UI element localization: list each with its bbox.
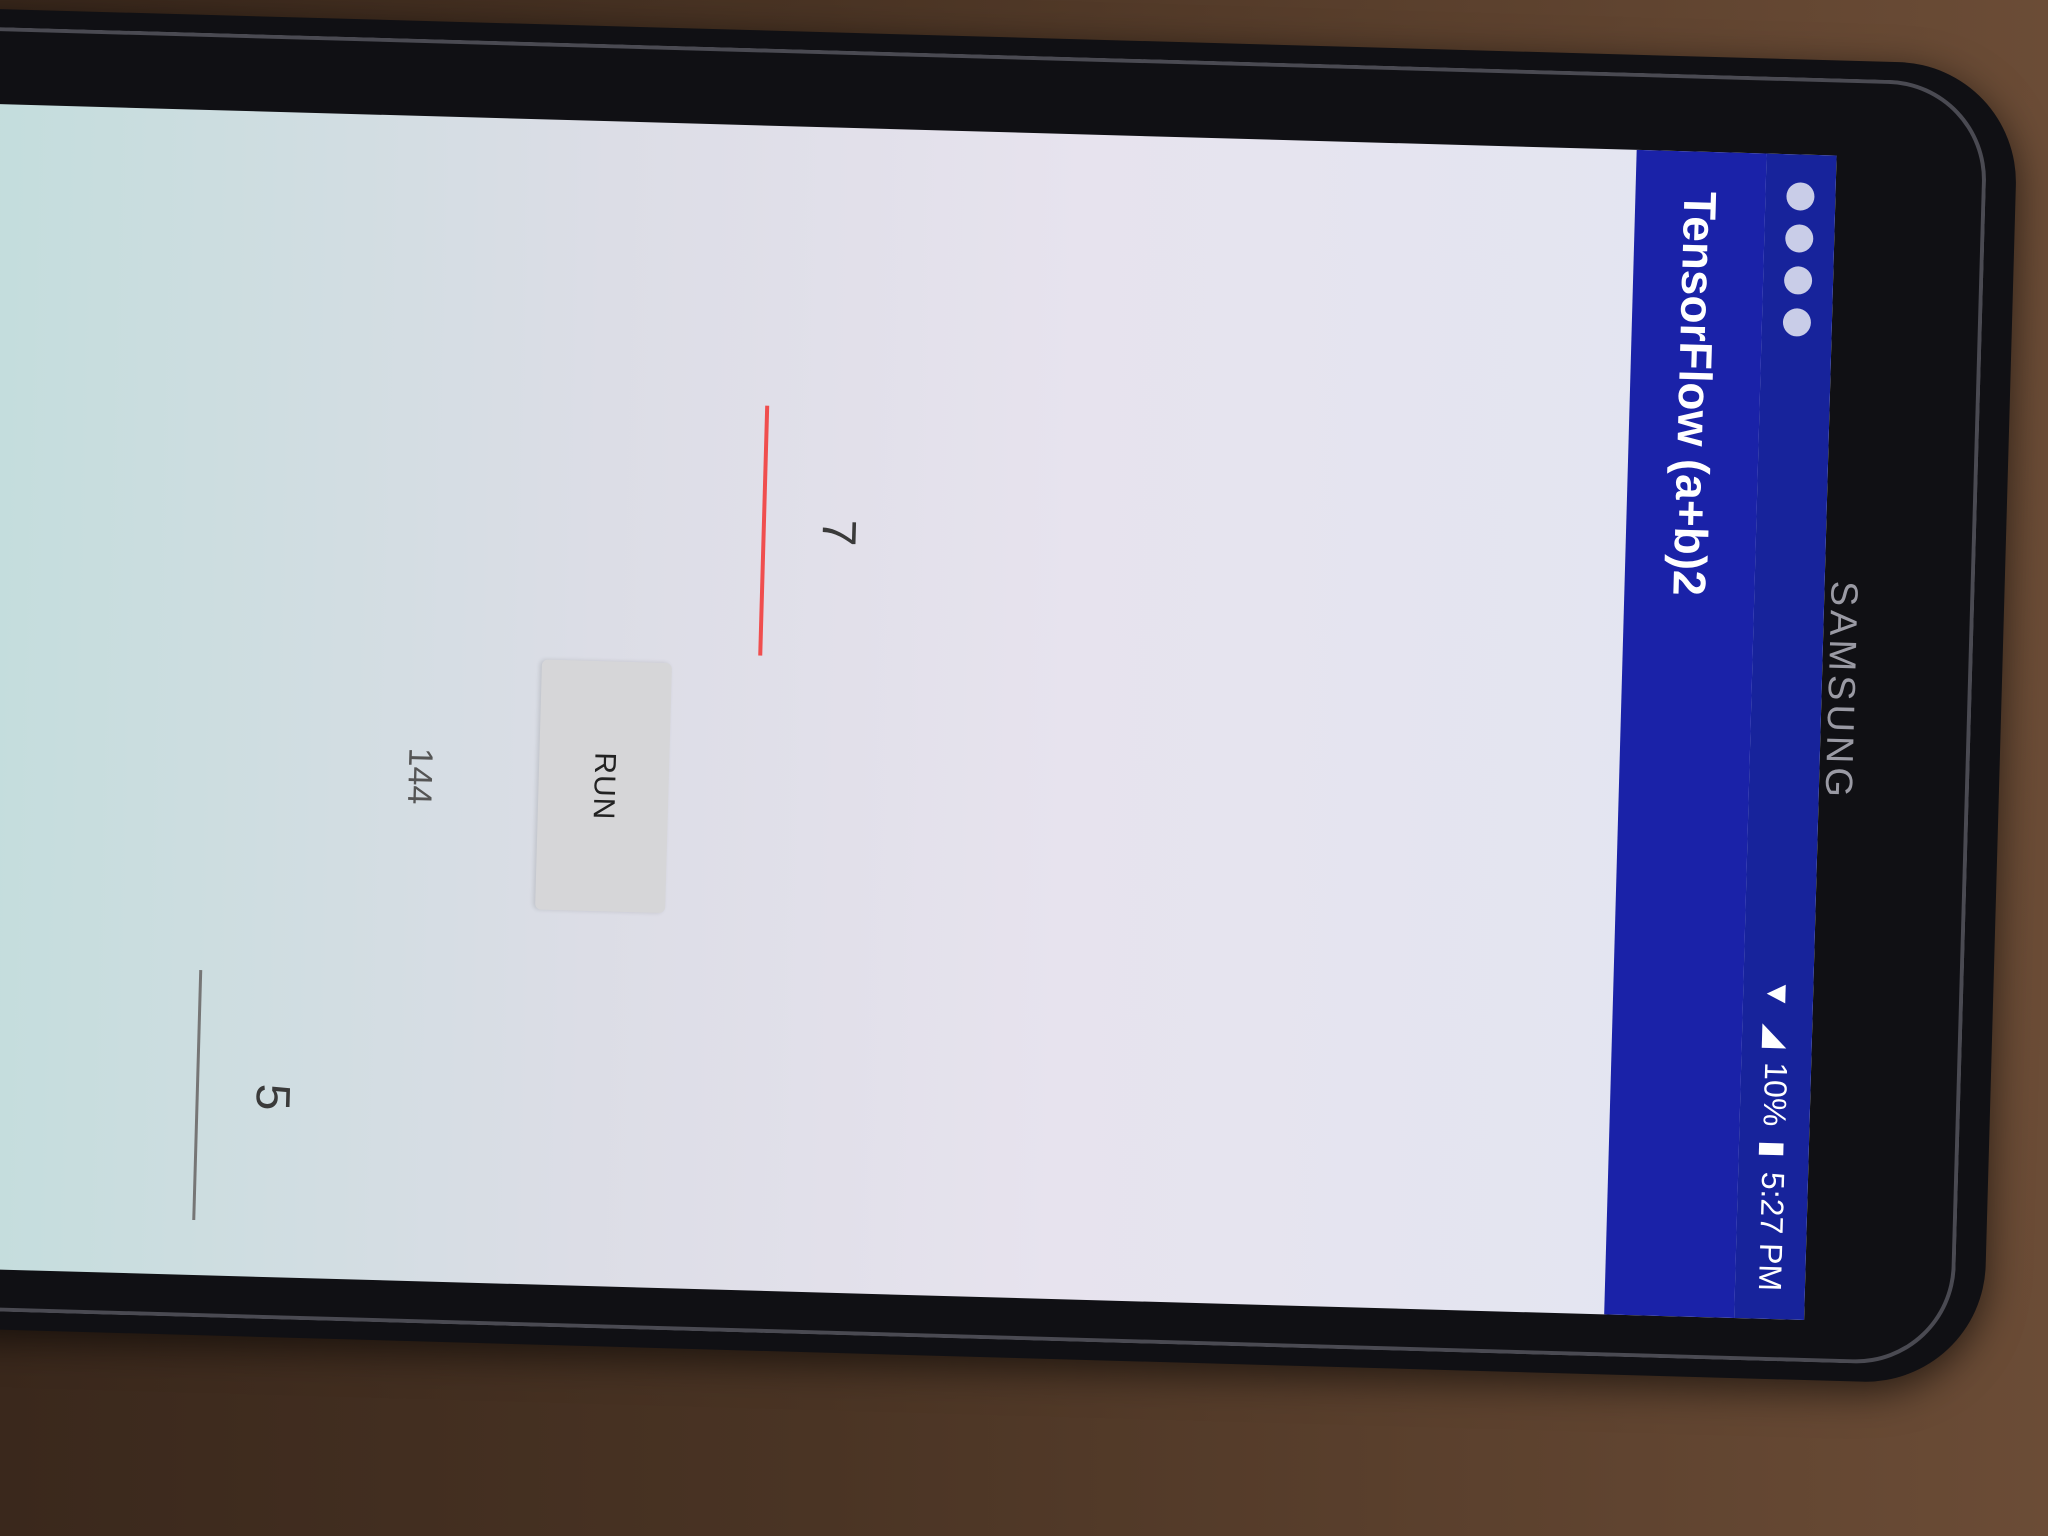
run-button[interactable]: RUN [535,659,672,914]
wifi-icon: ▼ [1760,977,1798,1011]
result-text: 144 [399,747,440,806]
input-a-field[interactable]: 5 [186,970,313,1223]
input-b-field[interactable]: 7 [752,405,879,658]
input-a-underline [192,970,203,1221]
status-notifications [1782,182,1815,337]
input-b-value: 7 [811,518,866,547]
battery-icon: ▮ [1755,1139,1793,1159]
phone-screen: ▼ ◢ 10% ▮ 5:27 PM TensorFlow (a+b)2 5 7 … [0,102,1837,1321]
input-b-underline [758,405,770,656]
phone-body: SAMSUNG ▼ ◢ 10% ▮ 5:27 PM TensorFlow (a+… [0,8,2020,1386]
status-system: ▼ ◢ 10% ▮ 5:27 PM [1751,978,1798,1292]
notification-icon [1786,182,1815,211]
notification-icon [1783,266,1813,295]
battery-percent: 10% [1756,1061,1795,1127]
notification-icon [1784,224,1814,253]
signal-icon: ◢ [1758,1023,1796,1049]
clock: 5:27 PM [1752,1171,1792,1292]
notification-icon [1782,308,1812,337]
input-a-value: 5 [245,1083,300,1112]
app-surface: ▼ ◢ 10% ▮ 5:27 PM TensorFlow (a+b)2 5 7 … [0,103,1837,1321]
app-title: TensorFlow (a+b)2 [1663,190,1727,597]
